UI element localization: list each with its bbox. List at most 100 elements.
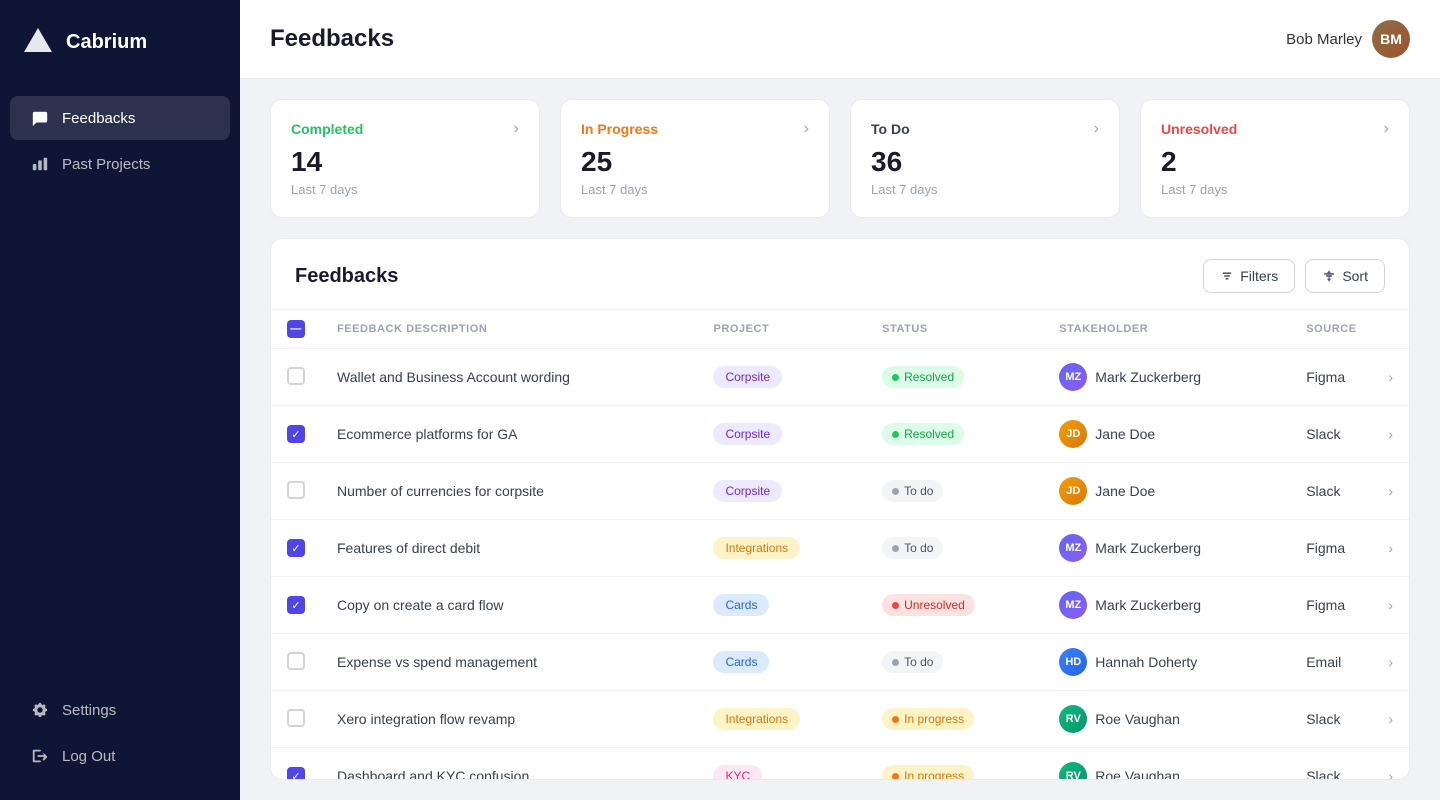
project-badge: Cards	[713, 594, 769, 616]
filters-icon	[1220, 269, 1234, 283]
sidebar-item-settings[interactable]: Settings	[10, 688, 230, 732]
col-status: STATUS	[866, 310, 1043, 349]
sidebar-item-past-projects-label: Past Projects	[62, 156, 150, 173]
logo: Cabrium	[0, 0, 240, 84]
col-stakeholder: STAKEHOLDER	[1043, 310, 1290, 349]
status-badge: Resolved	[882, 423, 964, 445]
status-badge: To do	[882, 651, 943, 673]
stat-card-completed[interactable]: Completed › 14 Last 7 days	[270, 99, 540, 218]
row-chevron-right-icon[interactable]: ›	[1388, 483, 1393, 499]
stakeholder-avatar: RV	[1059, 705, 1087, 733]
table-row: ✓Dashboard and KYC confusionKYCIn progre…	[271, 748, 1409, 780]
stakeholder-avatar: HD	[1059, 648, 1087, 676]
stakeholder-name: Jane Doe	[1095, 483, 1155, 499]
row-description: Features of direct debit	[321, 520, 697, 577]
row-chevron-right-icon[interactable]: ›	[1388, 597, 1393, 613]
row-chevron-right-icon[interactable]: ›	[1388, 711, 1393, 727]
col-description: FEEDBACK DESCRIPTION	[321, 310, 697, 349]
chat-icon	[30, 108, 50, 128]
app-name: Cabrium	[66, 31, 147, 54]
row-checkbox-3[interactable]	[287, 481, 305, 499]
chevron-right-icon-completed: ›	[514, 120, 519, 138]
avatar: BM	[1372, 20, 1410, 58]
sidebar-nav: Feedbacks Past Projects	[0, 84, 240, 676]
filters-label: Filters	[1240, 268, 1278, 284]
stat-period-to-do: Last 7 days	[871, 182, 1099, 197]
page-header: Feedbacks Bob Marley BM	[240, 0, 1440, 79]
source-name: Slack	[1306, 711, 1340, 727]
feedbacks-table-section: Feedbacks Filters Sort	[270, 238, 1410, 780]
stakeholder-name: Mark Zuckerberg	[1095, 597, 1201, 613]
status-dot	[892, 659, 899, 666]
stakeholder-avatar: MZ	[1059, 534, 1087, 562]
user-info: Bob Marley BM	[1286, 20, 1410, 58]
row-chevron-right-icon[interactable]: ›	[1388, 426, 1393, 442]
stakeholder-cell: RVRoe Vaughan	[1059, 762, 1274, 779]
row-checkbox-6[interactable]	[287, 652, 305, 670]
row-checkbox-4[interactable]: ✓	[287, 539, 305, 557]
table-container: — FEEDBACK DESCRIPTION PROJECT STATUS ST…	[271, 310, 1409, 779]
stat-label-unresolved: Unresolved	[1161, 121, 1237, 137]
source-name: Figma	[1306, 369, 1345, 385]
filters-button[interactable]: Filters	[1203, 259, 1295, 293]
source-cell: Slack ›	[1306, 483, 1393, 499]
status-badge: Unresolved	[882, 594, 975, 616]
source-name: Slack	[1306, 768, 1340, 779]
stakeholder-cell: JD Jane Doe	[1059, 477, 1274, 505]
row-description: Ecommerce platforms for GA	[321, 406, 697, 463]
row-description: Xero integration flow revamp	[321, 691, 697, 748]
project-badge: Cards	[713, 651, 769, 673]
row-checkbox-8[interactable]: ✓	[287, 767, 305, 779]
status-dot	[892, 488, 899, 495]
select-all-checkbox[interactable]: —	[287, 320, 305, 338]
row-checkbox-1[interactable]	[287, 367, 305, 385]
stat-label-in-progress: In Progress	[581, 121, 658, 137]
project-badge: Corpsite	[713, 480, 782, 502]
source-name: Slack	[1306, 426, 1340, 442]
row-chevron-right-icon[interactable]: ›	[1388, 768, 1393, 779]
row-chevron-right-icon[interactable]: ›	[1388, 369, 1393, 385]
status-badge: In progress	[882, 765, 974, 779]
status-dot	[892, 602, 899, 609]
row-checkbox-2[interactable]: ✓	[287, 425, 305, 443]
stat-count-completed: 14	[291, 146, 519, 178]
sidebar-item-logout[interactable]: Log Out	[10, 734, 230, 778]
row-checkbox-5[interactable]: ✓	[287, 596, 305, 614]
main-content: Feedbacks Bob Marley BM Completed › 14 L…	[240, 0, 1440, 800]
logo-icon	[20, 24, 56, 60]
stakeholder-avatar: JD	[1059, 477, 1087, 505]
sidebar-item-feedbacks[interactable]: Feedbacks	[10, 96, 230, 140]
table-title: Feedbacks	[295, 265, 398, 288]
source-cell: Figma›	[1306, 597, 1393, 613]
stat-label-to-do: To Do	[871, 121, 910, 137]
source-cell: Slack ›	[1306, 768, 1393, 779]
row-chevron-right-icon[interactable]: ›	[1388, 540, 1393, 556]
stakeholder-name: Mark Zuckerberg	[1095, 369, 1201, 385]
stakeholder-name: Mark Zuckerberg	[1095, 540, 1201, 556]
sort-button[interactable]: Sort	[1305, 259, 1385, 293]
source-cell: Slack ›	[1306, 711, 1393, 727]
sort-label: Sort	[1342, 268, 1368, 284]
table-actions: Filters Sort	[1203, 259, 1385, 293]
status-dot	[892, 374, 899, 381]
page-title: Feedbacks	[270, 25, 394, 53]
source-cell: Figma›	[1306, 540, 1393, 556]
stakeholder-avatar: MZ	[1059, 591, 1087, 619]
stat-card-unresolved[interactable]: Unresolved › 2 Last 7 days	[1140, 99, 1410, 218]
source-name: Slack	[1306, 483, 1340, 499]
stat-card-in-progress[interactable]: In Progress › 25 Last 7 days	[560, 99, 830, 218]
row-description: Wallet and Business Account wording	[321, 349, 697, 406]
stakeholder-cell: MZ Mark Zuckerberg	[1059, 534, 1274, 562]
sidebar-item-feedbacks-label: Feedbacks	[62, 110, 135, 127]
sidebar-item-past-projects[interactable]: Past Projects	[10, 142, 230, 186]
table-row: ✓Features of direct debitIntegrationsTo …	[271, 520, 1409, 577]
row-checkbox-7[interactable]	[287, 709, 305, 727]
status-badge: In progress	[882, 708, 974, 730]
status-badge: To do	[882, 537, 943, 559]
row-chevron-right-icon[interactable]: ›	[1388, 654, 1393, 670]
stakeholder-name: Jane Doe	[1095, 426, 1155, 442]
row-description: Expense vs spend management	[321, 634, 697, 691]
source-name: Email	[1306, 654, 1341, 670]
project-badge: Corpsite	[713, 423, 782, 445]
stat-card-to-do[interactable]: To Do › 36 Last 7 days	[850, 99, 1120, 218]
